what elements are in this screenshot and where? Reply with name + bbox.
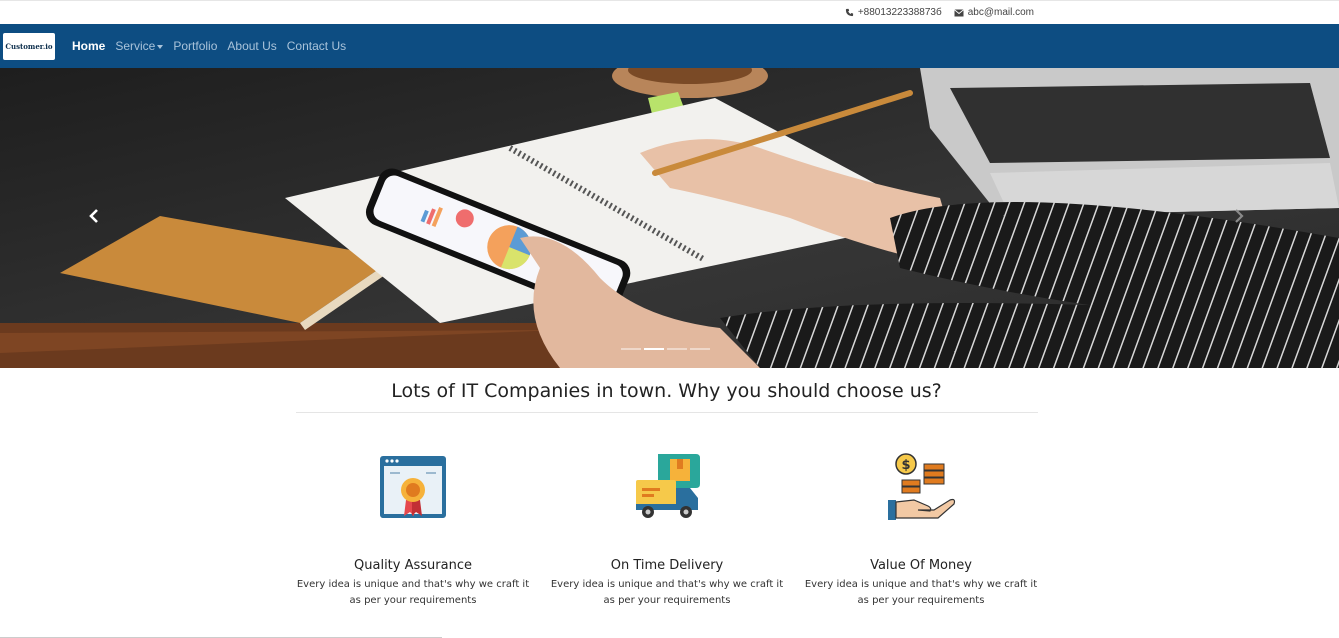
delivery-truck-icon [636,454,700,518]
hero-carousel [0,68,1339,368]
carousel-indicator[interactable] [621,348,641,350]
hero-image [0,68,1339,368]
phone-number[interactable]: +8801322338873б [858,7,942,18]
money-hand-icon: $ [888,453,956,520]
main-navbar: Customer.io Home Service Portfolio About… [0,24,1339,68]
feature-value-of-money: $ Value Of Money Every idea is unique an… [801,450,1041,609]
nav-contact-us[interactable]: Contact Us [287,39,346,53]
contact-info: +8801322338873б abc@mail.com [845,7,1034,18]
nav-portfolio[interactable]: Portfolio [173,39,217,53]
certificate-icon [380,456,446,518]
nav-home[interactable]: Home [72,39,105,53]
feature-description: Every idea is unique and that's why we c… [296,579,530,606]
carousel-next-button[interactable] [1229,208,1249,228]
caret-down-icon [157,44,164,49]
feature-title: Quality Assurance [354,558,472,573]
phone-icon [845,8,854,17]
email-address[interactable]: abc@mail.com [968,7,1034,18]
carousel-indicators [621,348,710,350]
brand-logo[interactable]: Customer.io [3,33,55,60]
chevron-right-icon [1235,209,1244,223]
nav-service[interactable]: Service [115,39,164,53]
section-divider [296,412,1038,413]
carousel-indicator-active[interactable] [644,348,664,350]
feature-on-time-delivery: On Time Delivery Every idea is unique an… [547,450,787,609]
section-heading: Lots of IT Companies in town. Why you sh… [391,380,942,402]
chevron-left-icon [89,209,98,223]
nav-about-us[interactable]: About Us [227,39,276,53]
carousel-indicator[interactable] [690,348,710,350]
nav-service-label: Service [115,39,156,53]
feature-description: Every idea is unique and that's why we c… [550,579,784,606]
feature-title: Value Of Money [870,558,972,573]
feature-title: On Time Delivery [610,558,724,573]
carousel-prev-button[interactable] [84,208,104,228]
carousel-indicator[interactable] [667,348,687,350]
feature-description: Every idea is unique and that's why we c… [804,579,1038,606]
svg-text:$: $ [901,458,910,473]
contact-bar: +8801322338873б abc@mail.com [0,1,1339,24]
feature-quality-assurance: Quality Assurance Every idea is unique a… [293,450,533,609]
logo-text: Customer.io [5,42,53,51]
envelope-icon [953,8,964,17]
nav-menu: Home Service Portfolio About Us Contact … [72,24,346,68]
